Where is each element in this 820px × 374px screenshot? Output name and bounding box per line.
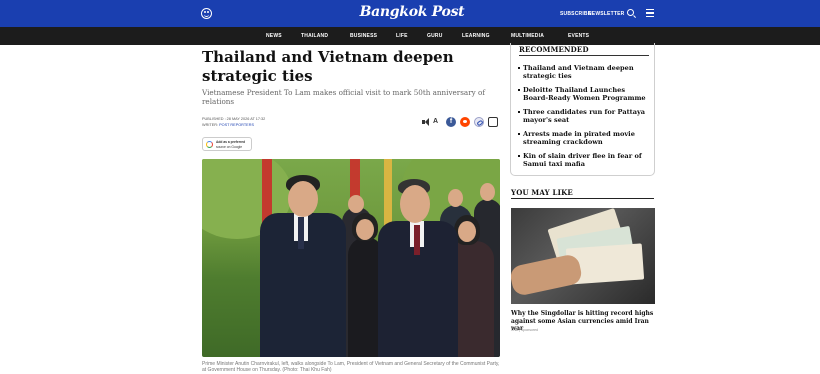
- published-date: PUBLISHED : 28 MAY 2026 AT 17:32: [202, 117, 266, 121]
- site-logo[interactable]: Bangkok Post: [352, 4, 472, 20]
- writer-label: WRITER:: [202, 123, 219, 127]
- google-badge-line1: Add as a preferred: [216, 140, 246, 144]
- google-icon: [206, 141, 213, 148]
- recommended-item[interactable]: Deloitte Thailand Launches Board-Ready W…: [518, 86, 648, 102]
- carousel-dots[interactable]: [519, 297, 647, 299]
- reddit-icon[interactable]: [460, 117, 470, 127]
- recommended-item[interactable]: Kin of slain driver flee in fear of Samu…: [518, 152, 648, 168]
- nav-item-thailand[interactable]: THAILAND: [301, 33, 328, 39]
- comment-icon[interactable]: [488, 117, 498, 127]
- recommended-item[interactable]: Thailand and Vietnam deepen strategic ti…: [518, 64, 648, 80]
- subscribe-link[interactable]: SUBSCRIBE: [560, 11, 591, 17]
- recommended-item[interactable]: Three candidates run for Pattaya mayor's…: [518, 108, 648, 124]
- photo-caption: Prime Minister Anutin Charnvirakul, left…: [202, 361, 500, 373]
- menu-icon[interactable]: [646, 9, 654, 17]
- article-subhead: Vietnamese President To Lam makes offici…: [202, 88, 485, 106]
- nav-item-news[interactable]: NEWS: [266, 33, 282, 39]
- recommended-divider: [519, 55, 649, 56]
- facebook-icon[interactable]: f: [446, 117, 456, 127]
- search-icon[interactable]: [627, 9, 634, 16]
- nav-item-multimedia[interactable]: MULTIMEDIA: [511, 33, 544, 39]
- newsletter-link[interactable]: NEWSLETTER: [588, 11, 624, 17]
- top-bar: Bangkok Post SUBSCRIBE NEWSLETTER: [0, 0, 820, 27]
- main-nav: NEWS THAILAND BUSINESS LIFE GURU LEARNIN…: [0, 27, 820, 45]
- user-icon[interactable]: [201, 8, 212, 19]
- nav-item-guru[interactable]: GURU: [427, 33, 443, 39]
- recommended-item[interactable]: Arrests made in pirated movie streaming …: [518, 130, 648, 146]
- nav-item-business[interactable]: BUSINESS: [350, 33, 377, 39]
- you-may-like-title: YOU MAY LIKE: [511, 188, 573, 197]
- article-photo: [202, 159, 500, 357]
- nav-item-events[interactable]: EVENTS: [568, 33, 589, 39]
- recommended-title: RECOMMENDED: [519, 45, 589, 54]
- you-may-like-divider: [511, 198, 654, 199]
- font-size-icon[interactable]: A: [433, 117, 443, 127]
- writer-line: WRITER: POST REPORTERS: [202, 123, 254, 127]
- article-headline: Thailand and Vietnam deepen strategic ti…: [202, 48, 454, 85]
- recommended-panel: RECOMMENDED Thailand and Vietnam deepen …: [510, 43, 655, 176]
- writer-name[interactable]: POST REPORTERS: [219, 123, 254, 127]
- sponsored-image[interactable]: [511, 208, 655, 304]
- audio-icon[interactable]: [421, 117, 431, 127]
- sponsored-source: CNA | Sponsored: [511, 328, 538, 332]
- nav-item-learning[interactable]: LEARNING: [462, 33, 490, 39]
- link-icon[interactable]: [474, 117, 484, 127]
- nav-item-life[interactable]: LIFE: [396, 33, 408, 39]
- google-badge-line2: source on Google: [216, 145, 243, 149]
- google-preferred-source-button[interactable]: Add as a preferred source on Google: [202, 137, 252, 151]
